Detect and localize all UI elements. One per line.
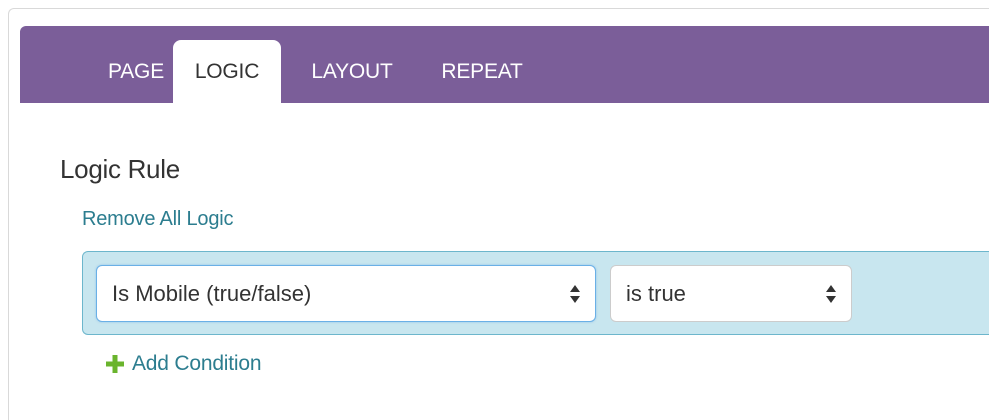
remove-all-logic-link[interactable]: Remove All Logic — [82, 208, 234, 231]
tab-logic[interactable]: LOGIC — [173, 40, 281, 103]
add-condition-button[interactable]: Add Condition — [106, 352, 262, 376]
tab-layout[interactable]: LAYOUT — [293, 40, 411, 103]
plus-icon — [106, 355, 124, 373]
logic-rule-heading: Logic Rule — [60, 154, 180, 184]
tab-repeat[interactable]: REPEAT — [423, 40, 541, 103]
tab-page[interactable]: PAGE — [89, 40, 183, 103]
tab-bar: PAGE LOGIC LAYOUT REPEAT — [20, 26, 989, 103]
condition-field-value: Is Mobile (true/false) — [112, 280, 312, 306]
sort-arrows-icon — [570, 284, 580, 303]
condition-field-select[interactable]: Is Mobile (true/false) — [96, 265, 596, 322]
condition-operator-select[interactable]: is true — [610, 265, 852, 322]
sort-arrows-icon — [826, 284, 836, 303]
condition-operator-value: is true — [626, 280, 686, 306]
add-condition-label: Add Condition — [132, 352, 262, 375]
